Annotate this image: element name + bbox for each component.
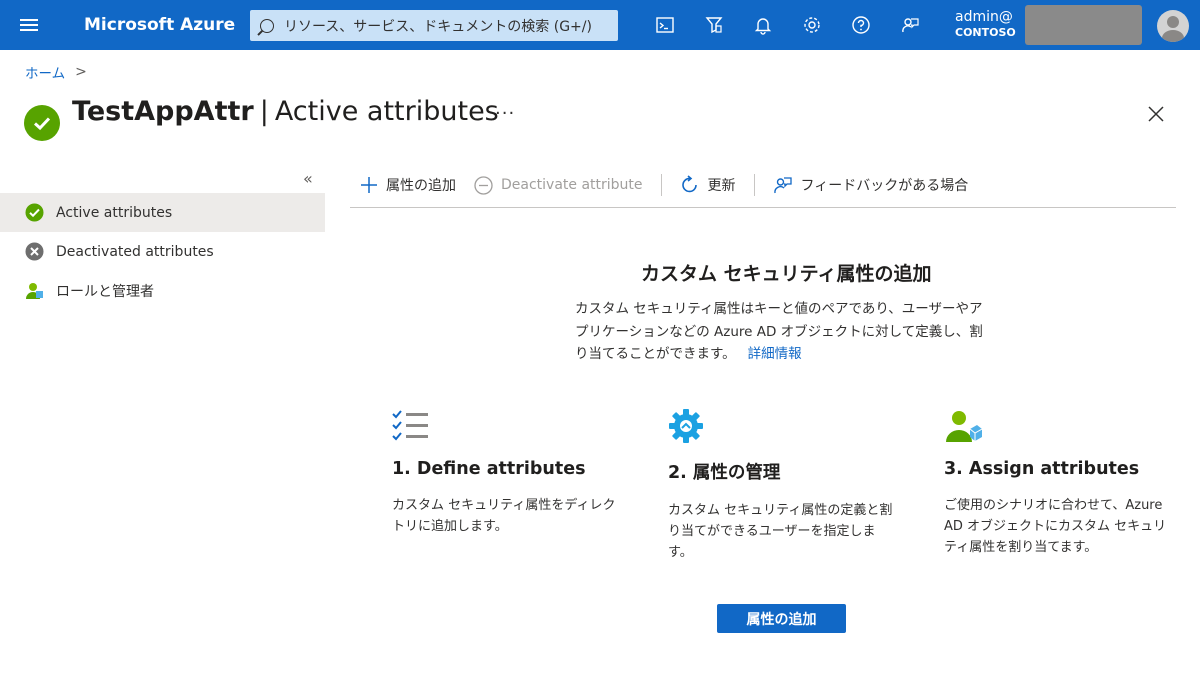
step-text: ご使用のシナリオに合わせて、Azure AD オブジェクトにカスタム セキュリテ… (944, 498, 1167, 555)
refresh-button[interactable]: 更新 (680, 170, 736, 200)
feedback-icon (773, 177, 792, 194)
step-manage-attributes: 2. 属性の管理 カスタム セキュリティ属性の定義と割り当てができるユーザーを指… (668, 408, 908, 563)
step-define-attributes: 1. Define attributes カスタム セキュリティ属性をディレクト… (392, 408, 632, 537)
account-user: admin@ (955, 9, 1013, 25)
search-icon (260, 18, 274, 33)
step-title: 3. Assign attributes (944, 459, 1140, 479)
search-placeholder: リソース、サービス、ドキュメントの検索 (G+/) (284, 18, 592, 35)
breadcrumb-home-link[interactable]: ホーム (25, 62, 65, 82)
more-options-icon[interactable]: ··· (495, 103, 515, 124)
notifications-icon[interactable] (738, 0, 787, 50)
feedback-label: フィードバックがある場合 (800, 178, 969, 194)
plus-icon (361, 177, 377, 193)
directory-filter-icon[interactable] (689, 0, 738, 50)
page-title: TestAppAttr | Active attributes (72, 96, 499, 127)
checklist-icon (392, 408, 632, 446)
sidebar-item-label: Active attributes (56, 204, 173, 221)
page-title-separator: | (259, 96, 269, 127)
add-attribute-label: 属性の追加 (386, 178, 456, 194)
hamburger-menu-icon[interactable] (0, 0, 58, 50)
step-text: カスタム セキュリティ属性をディレクトリに追加します。 (392, 498, 616, 534)
collapse-sidebar-icon[interactable]: « (303, 169, 313, 188)
toolbar-divider (660, 174, 662, 196)
redacted-block (1025, 5, 1142, 45)
step-title: 1. Define attributes (392, 459, 586, 479)
account-tenant: CONTOSO (955, 26, 1016, 39)
add-attribute-button[interactable]: 属性の追加 (360, 170, 456, 200)
cloud-shell-icon[interactable] (640, 0, 689, 50)
section-heading: カスタム セキュリティ属性の追加 (641, 263, 932, 285)
gear-icon (668, 408, 908, 446)
command-toolbar: 属性の追加 Deactivate attribute 更新 フィードバックがある… (350, 170, 1176, 208)
check-circle-icon (25, 203, 44, 222)
brand-label[interactable]: Microsoft Azure (84, 15, 247, 35)
user-assign-icon (944, 408, 1184, 446)
refresh-label: 更新 (707, 178, 736, 194)
breadcrumb: ホーム > (25, 62, 87, 82)
close-icon[interactable] (1146, 104, 1166, 124)
add-attribute-primary-button[interactable]: 属性の追加 (717, 604, 846, 633)
refresh-icon (681, 175, 697, 193)
sidebar-item-active-attributes[interactable]: Active attributes (0, 193, 325, 232)
account-info[interactable]: admin@ CONTOSO (955, 9, 1016, 41)
feedback-icon[interactable] (885, 0, 934, 50)
step-title: 2. 属性の管理 (668, 463, 781, 483)
feedback-button[interactable]: フィードバックがある場合 (773, 170, 969, 200)
avatar[interactable] (1157, 10, 1189, 42)
deactivate-attribute-button[interactable]: Deactivate attribute (474, 170, 643, 200)
section-description: カスタム セキュリティ属性はキーと値のペアであり、ユーザーやアプリケーションなど… (575, 298, 990, 366)
sidebar-item-label: Deactivated attributes (56, 243, 214, 260)
minus-circle-icon (474, 175, 493, 195)
learn-more-link[interactable]: 詳細情報 (748, 346, 802, 362)
check-circle-icon (24, 105, 60, 141)
step-assign-attributes: 3. Assign attributes ご使用のシナリオに合わせて、Azure… (944, 408, 1184, 558)
page-title-app: TestAppAttr (72, 96, 254, 127)
page-title-section: Active attributes (274, 96, 499, 127)
global-search-input[interactable]: リソース、サービス、ドキュメントの検索 (G+/) (250, 10, 618, 41)
toolbar-divider (753, 174, 755, 196)
step-text: カスタム セキュリティ属性の定義と割り当てができるユーザーを指定します。 (668, 503, 893, 560)
top-icon-bar (640, 0, 934, 50)
settings-icon[interactable] (787, 0, 836, 50)
deactivate-attribute-label: Deactivate attribute (501, 177, 643, 193)
breadcrumb-separator: > (75, 64, 87, 80)
help-icon[interactable] (836, 0, 885, 50)
